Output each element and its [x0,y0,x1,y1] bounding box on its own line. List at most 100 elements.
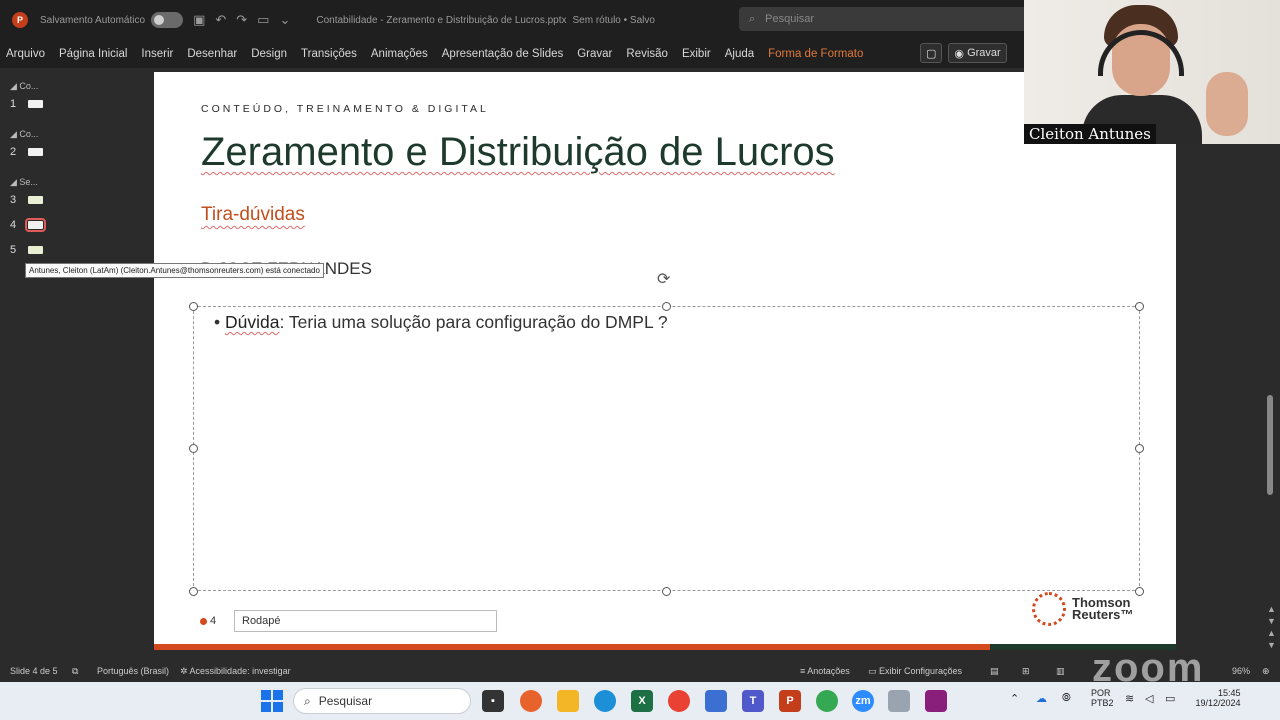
zoom-app-icon[interactable]: zm [852,690,874,712]
section-header-1[interactable]: ◢ Co... [10,81,38,92]
autosave-toggle[interactable] [151,12,184,28]
presence-tooltip: Antunes, Cleiton (LatAm) (Cleiton.Antune… [25,263,324,278]
tab-desenhar[interactable]: Desenhar [180,48,244,60]
customize-qat-icon[interactable]: ⌄ [279,12,290,28]
file-explorer-icon[interactable] [557,690,579,712]
tab-apresentacao[interactable]: Apresentação de Slides [435,48,570,60]
thumbnail-image [28,148,44,156]
clock[interactable]: 15:45 19/12/2024 [1195,688,1240,708]
volume-icon[interactable]: ◁ [1145,692,1153,705]
slide-number: 4 [200,615,216,627]
edge-icon[interactable] [594,690,616,712]
scroll-buttons[interactable]: ▲ ▼ ▲ ▼ [1267,603,1276,651]
comments-button[interactable]: ▢ [920,43,943,63]
thumbnail-slide-5[interactable]: 5 [10,244,44,256]
slide-sorter-icon[interactable]: ⊞ [1022,666,1030,677]
tab-inserir[interactable]: Inserir [134,48,180,60]
tray-expand-icon[interactable]: ⌃ [1010,692,1019,705]
resize-handle-left[interactable] [189,444,198,453]
onedrive-icon[interactable]: ☁ [1036,692,1047,705]
resize-handle-right[interactable] [1135,444,1144,453]
section-header-2[interactable]: ◢ Co... [10,129,38,140]
resize-handle-bottom-left[interactable] [189,587,198,596]
tab-transicoes[interactable]: Transições [294,48,364,60]
powerpoint-icon[interactable]: P [779,690,801,712]
teams-icon[interactable]: T [742,690,764,712]
undo-icon[interactable]: ↶ [215,12,226,28]
save-icon[interactable]: ▣ [193,12,205,28]
thumbnail-slide-1[interactable]: 1 [10,98,44,110]
tab-exibir[interactable]: Exibir [675,48,718,60]
chrome-icon[interactable] [668,690,690,712]
record-button[interactable]: ◉ Gravar [948,43,1007,63]
vertical-scrollbar[interactable] [1267,395,1273,495]
chrome-profile-icon[interactable] [816,690,838,712]
notepad-icon[interactable] [705,690,727,712]
tab-forma-de-formato[interactable]: Forma de Formato [761,48,870,60]
redo-icon[interactable]: ↷ [236,12,247,28]
powerpoint-logo-icon: P [12,12,28,28]
notes-button[interactable]: ≡ Anotações [800,666,850,676]
tab-design[interactable]: Design [244,48,294,60]
thumbnail-image [28,100,44,108]
accessibility-icon: ✲ [180,666,190,676]
fit-slide-icon[interactable]: ⊕ [1262,666,1270,677]
excel-icon[interactable]: X [631,690,653,712]
onenote-icon[interactable] [925,690,947,712]
resize-handle-top-left[interactable] [189,302,198,311]
battery-icon[interactable]: ▭ [1165,692,1175,705]
reading-view-icon[interactable]: ▥ [1056,666,1065,677]
display-icon: ▭ [868,666,880,676]
slide-counter[interactable]: Slide 4 de 5 [10,666,58,676]
normal-view-icon[interactable]: ▤ [990,666,999,677]
task-view-icon[interactable]: ▪ [482,690,504,712]
wifi-icon[interactable]: ≋ [1125,692,1134,705]
proofing-icon[interactable]: ⧉ [72,666,78,677]
thomson-reuters-logo: Thomson Reuters™ [1032,592,1133,626]
thumbnail-slide-2[interactable]: 2 [10,146,44,158]
bullet-question[interactable]: • Dúvida: Teria uma solução para configu… [214,312,668,333]
input-language[interactable]: POR PTB2 [1091,688,1114,708]
paint-icon[interactable] [888,690,910,712]
display-settings-button[interactable]: ▭ Exibir Configurações [868,666,962,677]
search-box[interactable]: ⌕ Pesquisar [739,7,1029,31]
section-header-3[interactable]: ◢ Se... [10,177,38,188]
tab-arquivo[interactable]: Arquivo [0,48,52,60]
collapse-icon: ◢ [10,129,20,139]
thumbnail-image [28,196,44,204]
tab-gravar[interactable]: Gravar [570,48,619,60]
slide-title[interactable]: Zeramento e Distribuição de Lucros [201,130,835,175]
thumbnail-slide-3[interactable]: 3 [10,194,44,206]
tab-animacoes[interactable]: Animações [364,48,435,60]
resize-handle-top[interactable] [662,302,671,311]
presenter-name-tag: Cleiton Antunes [1024,124,1156,144]
selected-textbox[interactable] [193,306,1140,591]
present-icon[interactable]: ▭ [257,12,269,28]
tab-ajuda[interactable]: Ajuda [718,48,761,60]
language-status[interactable]: Português (Brasil) [97,666,169,676]
footer-placeholder[interactable]: Rodapé [234,610,497,632]
resize-handle-bottom[interactable] [662,587,671,596]
resize-handle-top-right[interactable] [1135,302,1144,311]
tab-pagina-inicial[interactable]: Página Inicial [52,48,134,60]
document-status[interactable]: Sem rótulo • Salvo [573,15,655,26]
tab-revisao[interactable]: Revisão [619,48,675,60]
microphone-icon[interactable]: ⦾ [1062,692,1071,705]
presenter-video: Cleiton Antunes [1024,0,1280,144]
accessibility-status[interactable]: ✲ Acessibilidade: investigar [180,666,291,677]
taskbar-search[interactable]: ⌕ Pesquisar [293,688,471,714]
search-icon: ⌕ [304,693,311,708]
slide-canvas[interactable]: CONTEÚDO, TREINAMENTO & DIGITAL Zerament… [154,72,1176,650]
firefox-icon[interactable] [520,690,542,712]
resize-handle-bottom-right[interactable] [1135,587,1144,596]
slide-kicker[interactable]: CONTEÚDO, TREINAMENTO & DIGITAL [201,103,489,115]
windows-start-icon[interactable] [261,690,283,712]
slide-subtitle[interactable]: Tira-dúvidas [201,204,305,226]
rotate-handle-icon[interactable]: ⟳ [657,269,670,289]
zoom-level[interactable]: 96% [1232,666,1250,676]
thumbnail-slide-4[interactable]: 4 [10,218,47,232]
bullet-text: : Teria uma solução para configuração do… [279,312,668,332]
document-title[interactable]: Contabilidade - Zeramento e Distribuição… [316,15,566,26]
thumbnail-image [28,246,44,254]
thumbnail-image-selected [25,218,47,232]
